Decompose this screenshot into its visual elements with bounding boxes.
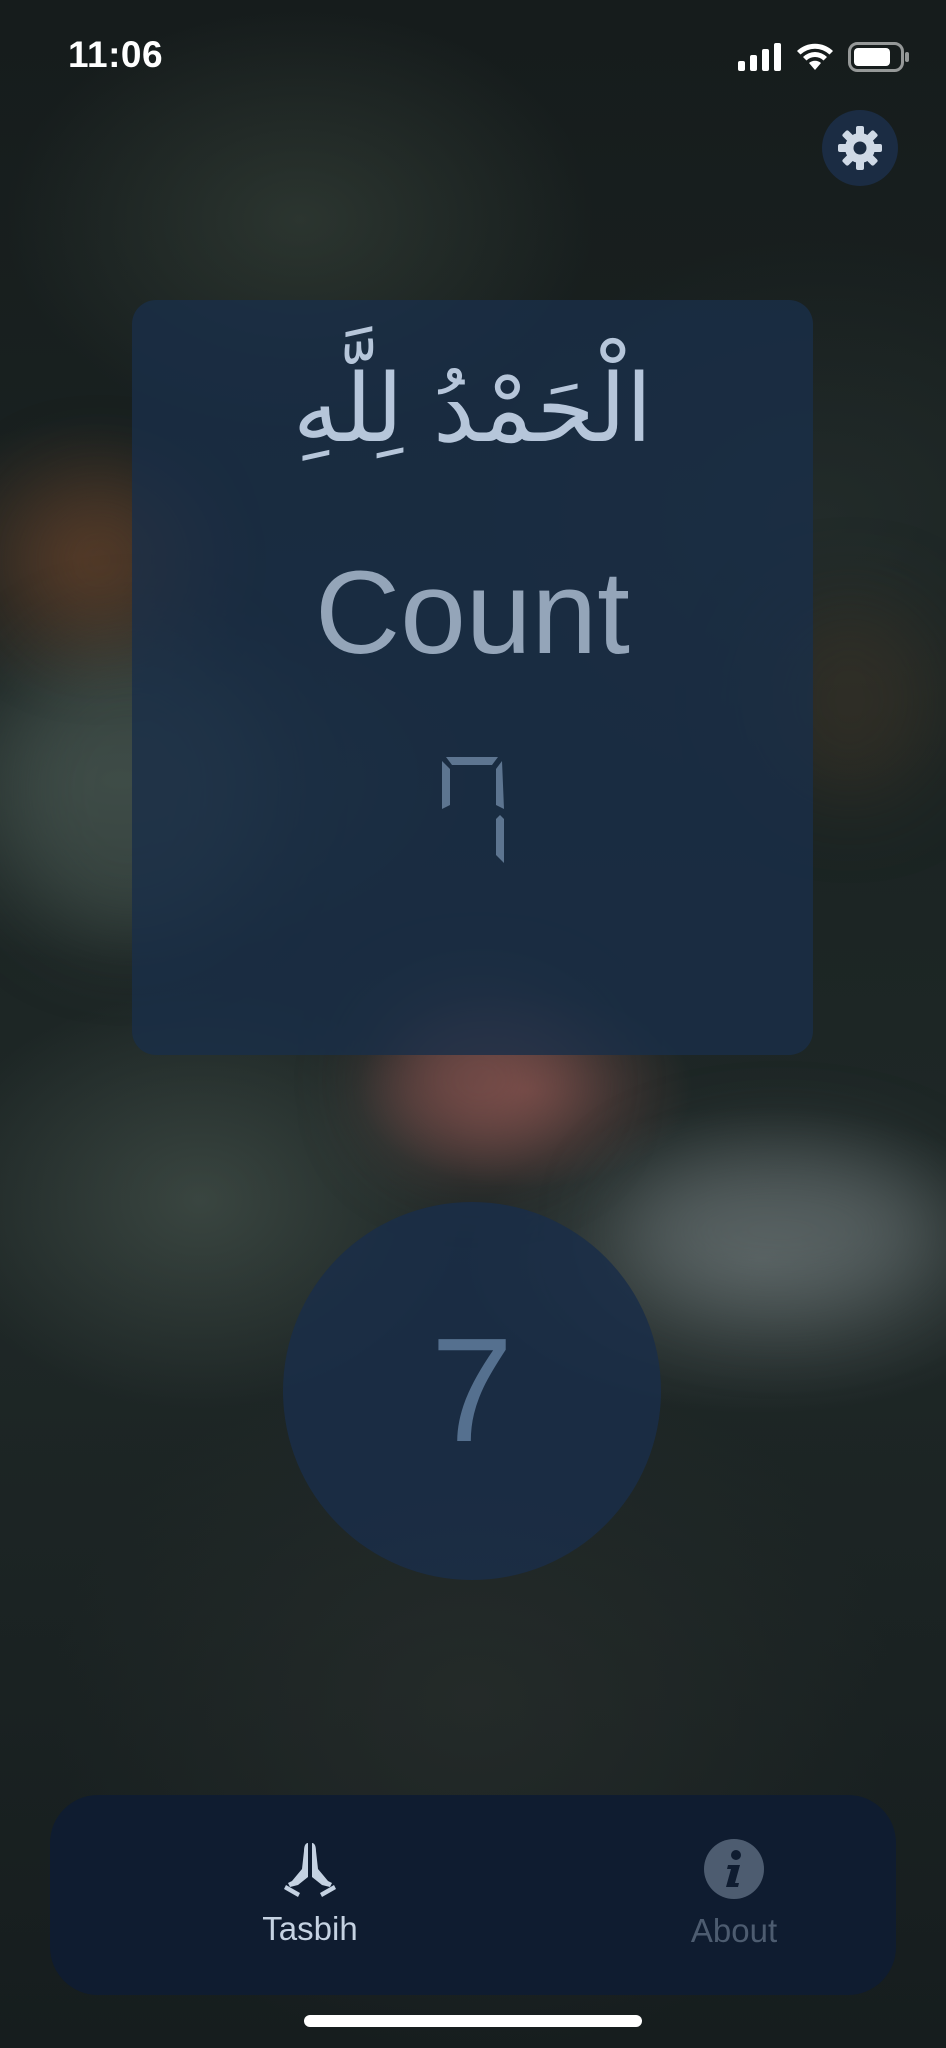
tab-about[interactable]: About [624, 1839, 844, 1950]
count-value: 6 [132, 755, 813, 872]
gear-icon [838, 126, 882, 170]
wifi-icon [797, 43, 833, 70]
dhikr-arabic-text: الْحَمْدُ لِلَّهِ [292, 355, 653, 464]
status-icons [738, 42, 910, 72]
status-time: 11:06 [68, 34, 164, 75]
tab-tasbih[interactable]: Tasbih [200, 1839, 420, 1948]
status-bar: 11:06 [0, 0, 946, 116]
counter-button[interactable]: 7 [283, 1202, 661, 1580]
praying-hands-icon [284, 1843, 336, 1897]
counter-number: 7 [430, 1308, 514, 1473]
seven-segment-digit: 6 [441, 757, 504, 863]
tab-tasbih-label: Tasbih [262, 1910, 358, 1947]
tab-about-label: About [690, 1912, 778, 1949]
count-label: Count [315, 547, 630, 679]
tab-bar: Tasbih About [50, 1795, 896, 1995]
settings-button[interactable] [822, 110, 898, 186]
info-icon [704, 1839, 764, 1899]
dhikr-card: الْحَمْدُ لِلَّهِ Count 6 [132, 300, 813, 1055]
signal-icon [738, 43, 781, 71]
battery-icon [848, 42, 909, 72]
home-indicator[interactable] [304, 2015, 642, 2027]
